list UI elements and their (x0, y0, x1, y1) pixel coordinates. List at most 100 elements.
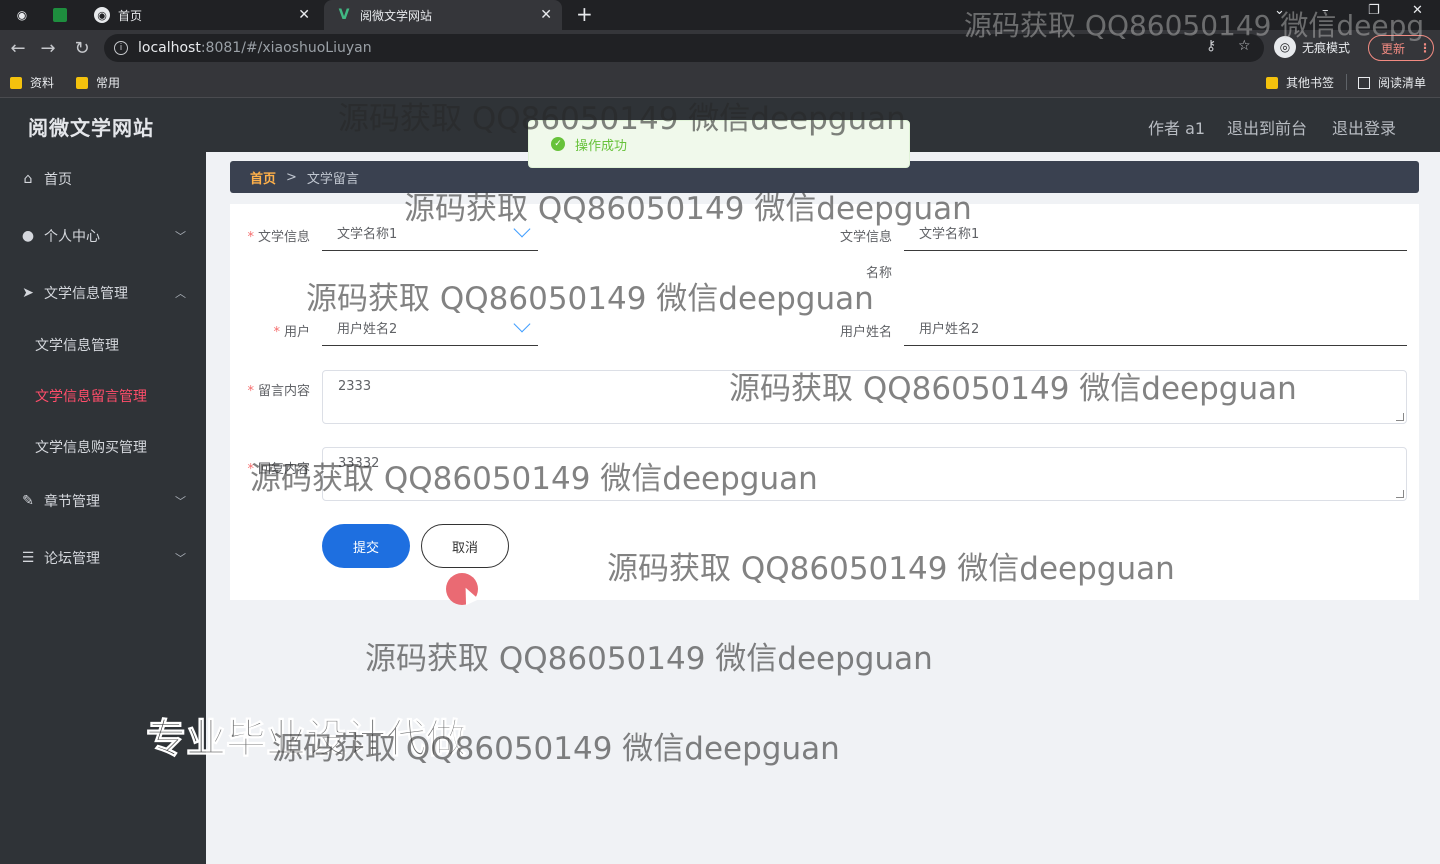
cancel-button[interactable]: 取消 (421, 524, 509, 568)
user-name-field[interactable]: 用户姓名2 (904, 310, 1407, 346)
tab-title: 阅微文学网站 (360, 8, 433, 23)
close-tab-icon[interactable]: ✕ (540, 7, 552, 23)
user-name-value: 用户姓名2 (919, 322, 980, 337)
submit-button[interactable]: 提交 (322, 524, 410, 568)
more-menu-icon[interactable]: ⋮ (1419, 41, 1431, 55)
bookmark-label: 资料 (30, 76, 55, 90)
chevron-down-icon: ﹀ (175, 495, 186, 508)
update-button[interactable]: 更新 ⋮ (1368, 35, 1434, 61)
bookmark-folder-changyong[interactable]: 常用 (76, 74, 120, 91)
folder-icon (1266, 76, 1278, 89)
reading-list-label: 阅读清单 (1378, 76, 1427, 90)
vue-logo-icon: V (338, 7, 350, 23)
wenxue-select-value: 文学名称1 (337, 227, 398, 242)
other-bookmarks[interactable]: 其他书签 (1266, 74, 1334, 91)
site-info-icon[interactable]: i (114, 41, 128, 55)
minimize-button[interactable]: – (1322, 3, 1329, 18)
breadcrumb-home[interactable]: 首页 (250, 168, 276, 187)
back-icon[interactable]: ← (6, 36, 30, 60)
user-icon: ● (21, 228, 35, 244)
wenxue-select[interactable]: 文学名称1 (322, 215, 538, 251)
go-frontend-link[interactable]: 退出到前台 (1227, 115, 1307, 139)
bookmark-folder-ziliao[interactable]: 资料 (10, 74, 54, 91)
address-bar[interactable]: i localhost:8081/#/xiaoshuoLiuyan (104, 34, 1264, 62)
user-select-label: * 用户 (273, 325, 310, 340)
chevron-down-icon: ﹀ (175, 552, 186, 565)
tab-title: 首页 (118, 8, 143, 23)
pinned-tab-globe-icon[interactable]: ◉ (10, 4, 34, 26)
url-path: :8081/#/xiaoshuoLiuyan (200, 40, 372, 56)
sidebar-item-label: 章节管理 (44, 494, 100, 510)
content-textarea[interactable]: 2333 (322, 370, 1407, 424)
incognito-indicator[interactable]: ◎ 无痕模式 (1274, 36, 1350, 58)
chevron-down-icon (513, 315, 531, 333)
url-host: localhost (138, 40, 201, 56)
folder-icon (76, 76, 88, 89)
reply-textarea[interactable]: 33332 (322, 447, 1407, 501)
breadcrumb-separator: > (286, 169, 297, 185)
check-circle-icon: ✓ (551, 137, 565, 151)
forward-icon[interactable]: → (36, 36, 60, 60)
sidebar-subitem-wenxue-liuyan[interactable]: 文学信息留言管理 (0, 376, 206, 416)
send-icon: ➤ (22, 285, 34, 301)
user-select[interactable]: 用户姓名2 (322, 310, 538, 346)
sidebar-item-chapter[interactable]: ✎ 章节管理 ﹀ (0, 481, 206, 521)
sidebar-item-label: 个人中心 (44, 229, 100, 245)
bookmarks-divider (1346, 74, 1347, 90)
success-toast: ✓ 操作成功 (528, 120, 910, 168)
list-icon: ☰ (21, 550, 35, 566)
wenxue-name-label-2: 名称 (865, 266, 892, 281)
incognito-label: 无痕模式 (1302, 40, 1351, 55)
sidebar-item-label: 文学信息管理 (44, 286, 128, 302)
liuyan-form: * 文学信息 文学名称1 文学信息 名称 文学名称1 * 用户 用户姓名2 用户姓名… (230, 204, 1419, 600)
user-name-label: 用户姓名 (839, 325, 892, 340)
close-tab-icon[interactable]: ✕ (298, 7, 310, 23)
reload-icon[interactable]: ↻ (70, 36, 94, 60)
new-tab-button[interactable]: + (576, 2, 593, 26)
reply-value: 33332 (338, 456, 380, 471)
content-label: * 留言内容 (247, 384, 310, 399)
bookmark-label: 常用 (96, 76, 121, 90)
bookmarks-bar: 资料 常用 其他书签 阅读清单 (0, 66, 1440, 98)
reading-list[interactable]: 阅读清单 (1358, 74, 1426, 91)
sidebar-item-home[interactable]: ⌂ 首页 (0, 159, 206, 199)
sidebar-item-wenxue[interactable]: ➤ 文学信息管理 ︿ (0, 273, 206, 313)
home-icon: ⌂ (23, 171, 33, 187)
close-window-button[interactable]: ✕ (1412, 3, 1423, 18)
sidebar-item-profile[interactable]: ● 个人中心 ﹀ (0, 216, 206, 256)
edit-icon: ✎ (22, 493, 34, 509)
author-label: 作者 a1 (1148, 119, 1206, 138)
update-label: 更新 (1381, 41, 1406, 56)
chevron-down-icon (513, 220, 531, 238)
bookmark-star-icon[interactable]: ☆ (1238, 38, 1251, 54)
content-value: 2333 (338, 379, 372, 394)
resize-handle[interactable] (1396, 490, 1404, 498)
pinned-tab-sheet-icon[interactable] (48, 4, 72, 26)
promo-watermark: 专业毕业设计代做 (146, 716, 467, 763)
tab-active-site[interactable]: V 阅微文学网站 ✕ (324, 0, 562, 30)
globe-icon: ◉ (94, 7, 110, 23)
tab-home[interactable]: ◉ 首页 ✕ (84, 0, 320, 30)
browser-tab-strip: ◉ ◉ 首页 ✕ V 阅微文学网站 ✕ + ⌄ – ❐ ✕ (0, 0, 1440, 30)
sidebar-subitem-wenxue-purchase[interactable]: 文学信息购买管理 (0, 427, 206, 467)
other-bookmarks-label: 其他书签 (1286, 76, 1335, 90)
toast-message: 操作成功 (575, 138, 628, 154)
wenxue-name-value: 文学名称1 (919, 227, 980, 242)
logout-link[interactable]: 退出登录 (1332, 115, 1396, 139)
user-select-value: 用户姓名2 (337, 322, 398, 337)
password-key-icon[interactable]: ⚷ (1206, 38, 1216, 54)
tab-search-icon[interactable]: ⌄ (1274, 3, 1285, 18)
reading-list-icon (1358, 76, 1370, 89)
wenxue-name-field[interactable]: 文学名称1 (904, 215, 1407, 251)
folder-icon (10, 76, 22, 89)
incognito-icon: ◎ (1274, 36, 1296, 58)
sidebar-item-forum[interactable]: ☰ 论坛管理 ﹀ (0, 538, 206, 578)
restore-button[interactable]: ❐ (1368, 3, 1380, 18)
wenxue-select-label: * 文学信息 (247, 230, 310, 245)
resize-handle[interactable] (1396, 413, 1404, 421)
sidebar-subitem-wenxue-manage[interactable]: 文学信息管理 (0, 325, 206, 365)
reply-label: * 回复内容 (247, 462, 310, 477)
browser-toolbar: ← → ↻ i localhost:8081/#/xiaoshuoLiuyan … (0, 30, 1440, 66)
sidebar-item-label: 首页 (44, 172, 72, 188)
chevron-down-icon: ﹀ (175, 230, 186, 243)
